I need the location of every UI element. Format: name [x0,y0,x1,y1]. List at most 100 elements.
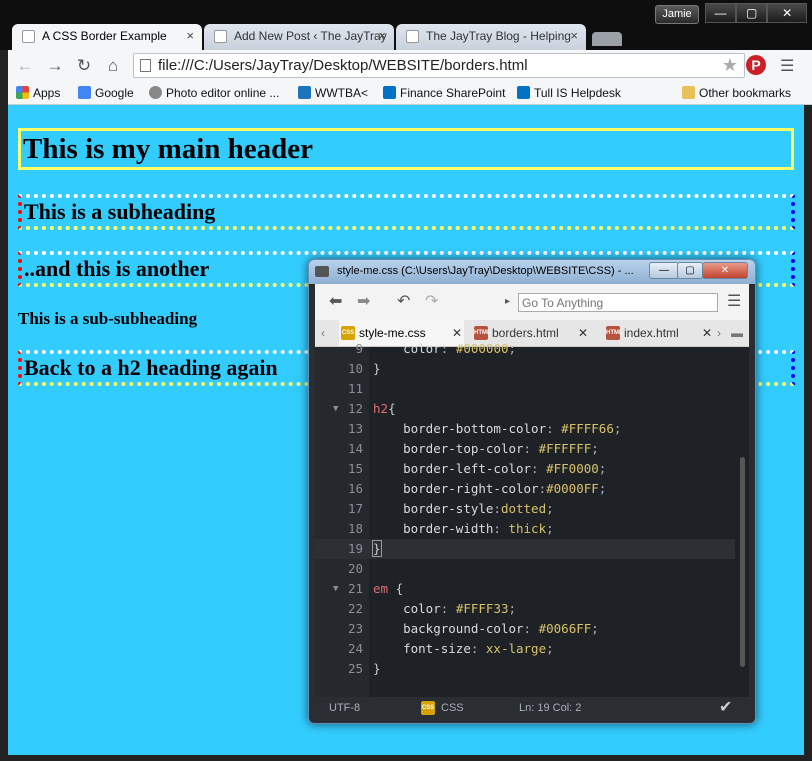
line-number: 17 [347,501,363,516]
page-icon [140,59,151,72]
go-to-anything-input[interactable] [522,295,712,310]
line-number: 15 [347,461,363,476]
minimize-button[interactable]: — [705,3,737,23]
code-line[interactable]: 10} [315,359,735,379]
code-text: border-width: thick; [403,521,554,536]
code-text: } [373,361,381,376]
camera-icon [149,86,162,99]
editor-close-button[interactable]: ✕ [702,262,748,279]
hamburger-menu-icon[interactable]: ☰ [727,291,741,311]
bookmark-apps[interactable]: Apps [16,85,60,101]
code-text: em { [373,581,404,596]
tab-title: A CSS Border Example [42,29,167,43]
code-text: } [373,661,381,676]
maximize-button[interactable]: ▢ [736,3,768,23]
bookmark-google[interactable]: Google [78,85,134,101]
back-arrow-icon[interactable]: ⬅ [329,291,342,311]
main-header: This is my main header [18,128,794,170]
bookmark-other[interactable]: Other bookmarks [682,85,791,101]
code-line[interactable]: 19} [315,539,735,559]
forward-arrow-icon[interactable]: → [44,55,66,77]
line-number: 25 [347,661,363,676]
tab-add-new-post[interactable]: Add New Post ‹ The JayTray × [204,24,394,50]
bookmark-wwtba[interactable]: WWTBA< [298,85,368,101]
code-line[interactable]: 24 font-size: xx-large; [315,639,735,659]
tab-close-icon[interactable]: × [378,24,386,48]
code-text: border-style:dotted; [403,501,554,516]
encoding-status[interactable]: UTF-8 [329,697,360,719]
page-icon [214,30,227,43]
code-line[interactable]: 18 border-width: thick; [315,519,735,539]
editor-status-bar: UTF-8 CSS CSS Ln: 19 Col: 2 ✔ [315,697,749,719]
code-text: color: #000000; [403,341,517,356]
code-text: font-size: xx-large; [403,641,554,656]
code-line[interactable]: 25} [315,659,735,679]
html-file-icon: HTML [474,326,491,340]
code-line[interactable]: 17 border-style:dotted; [315,499,735,519]
code-line[interactable]: 16 border-right-color:#0000FF; [315,479,735,499]
go-to-anything-box[interactable] [518,293,718,312]
tab-close-icon[interactable]: × [186,24,194,48]
code-line[interactable]: 22 color: #FFFF33; [315,599,735,619]
code-text: color: #FFFF33; [403,601,517,616]
code-text: border-bottom-color: #FFFF66; [403,421,622,436]
reload-icon[interactable]: ↻ [73,55,95,77]
close-button[interactable]: ✕ [767,3,807,23]
line-number: 23 [347,621,363,636]
line-number: 24 [347,641,363,656]
editor-title: style-me.css (C:\Users\JayTray\Desktop\W… [337,265,634,277]
css-file-icon: CSS [421,701,435,715]
menu-icon[interactable]: ☰ [780,56,794,76]
undo-icon[interactable]: ↶ [397,291,410,311]
folder-icon [682,86,695,99]
home-icon[interactable]: ⌂ [102,55,124,77]
code-line[interactable]: 11 [315,379,735,399]
tab-css-border-example[interactable]: A CSS Border Example × [12,24,202,50]
fold-arrow-icon[interactable]: ▼ [333,579,338,599]
language-status[interactable]: CSS [441,697,464,719]
redo-icon[interactable]: ↷ [425,291,438,311]
fold-arrow-icon[interactable]: ▼ [333,399,338,419]
pinterest-icon[interactable]: P [746,55,766,75]
html-file-icon: HTML [606,326,623,340]
code-line[interactable]: 9 color: #000000; [315,339,735,359]
code-line[interactable]: 21 ▼ em { [315,579,735,599]
line-number: 19 [347,541,363,556]
editor-scrollbar[interactable] [740,457,745,667]
code-editor-window: style-me.css (C:\Users\JayTray\Desktop\W… [308,259,756,724]
code-line[interactable]: 23 background-color: #0066FF; [315,619,735,639]
address-bar[interactable]: ★ [133,53,745,78]
code-line[interactable]: 14 border-top-color: #FFFFFF; [315,439,735,459]
editor-maximize-button[interactable]: ▢ [677,262,703,279]
subheading-1: This is a subheading [18,194,795,230]
code-line[interactable]: 15 border-left-color: #FF0000; [315,459,735,479]
back-arrow-icon[interactable]: ← [14,55,36,77]
google-icon [78,86,91,99]
bookmarks-bar: Apps Google Photo editor online ... WWTB… [8,82,812,105]
code-text: border-right-color:#0000FF; [403,481,607,496]
checkmark-icon[interactable]: ✔ [719,697,732,719]
bookmark-star-icon[interactable]: ★ [722,55,738,76]
code-line[interactable]: 13 border-bottom-color: #FFFF66; [315,419,735,439]
tab-close-icon[interactable]: × [570,24,578,48]
bookmark-tull-helpdesk[interactable]: Tull IS Helpdesk [517,85,621,101]
editor-minimize-button[interactable]: — [649,262,679,279]
url-input[interactable] [158,56,708,75]
page-icon [406,30,419,43]
forward-arrow-icon[interactable]: ➡ [357,291,370,311]
code-area[interactable]: 9 color: #000000; 10} 11 12 ▼ h2{13 border-bo… [315,341,749,697]
line-number: 13 [347,421,363,436]
bookmark-photo-editor[interactable]: Photo editor online ... [149,85,279,101]
user-profile-button[interactable]: Jamie [655,5,699,24]
bookmark-finance-sharepoint[interactable]: Finance SharePoint [383,85,505,101]
editor-title-bar: style-me.css (C:\Users\JayTray\Desktop\W… [309,260,755,284]
tab-title: The JayTray Blog - Helping [426,29,571,43]
code-line[interactable]: 20 [315,559,735,579]
new-tab-button[interactable] [592,32,622,46]
line-number: 10 [347,361,363,376]
code-line[interactable]: 12 ▼ h2{ [315,399,735,419]
line-number: 14 [347,441,363,456]
line-number: 11 [347,381,363,396]
tab-jaytray-blog[interactable]: The JayTray Blog - Helping × [396,24,586,50]
play-icon[interactable]: ▸ [505,296,510,307]
